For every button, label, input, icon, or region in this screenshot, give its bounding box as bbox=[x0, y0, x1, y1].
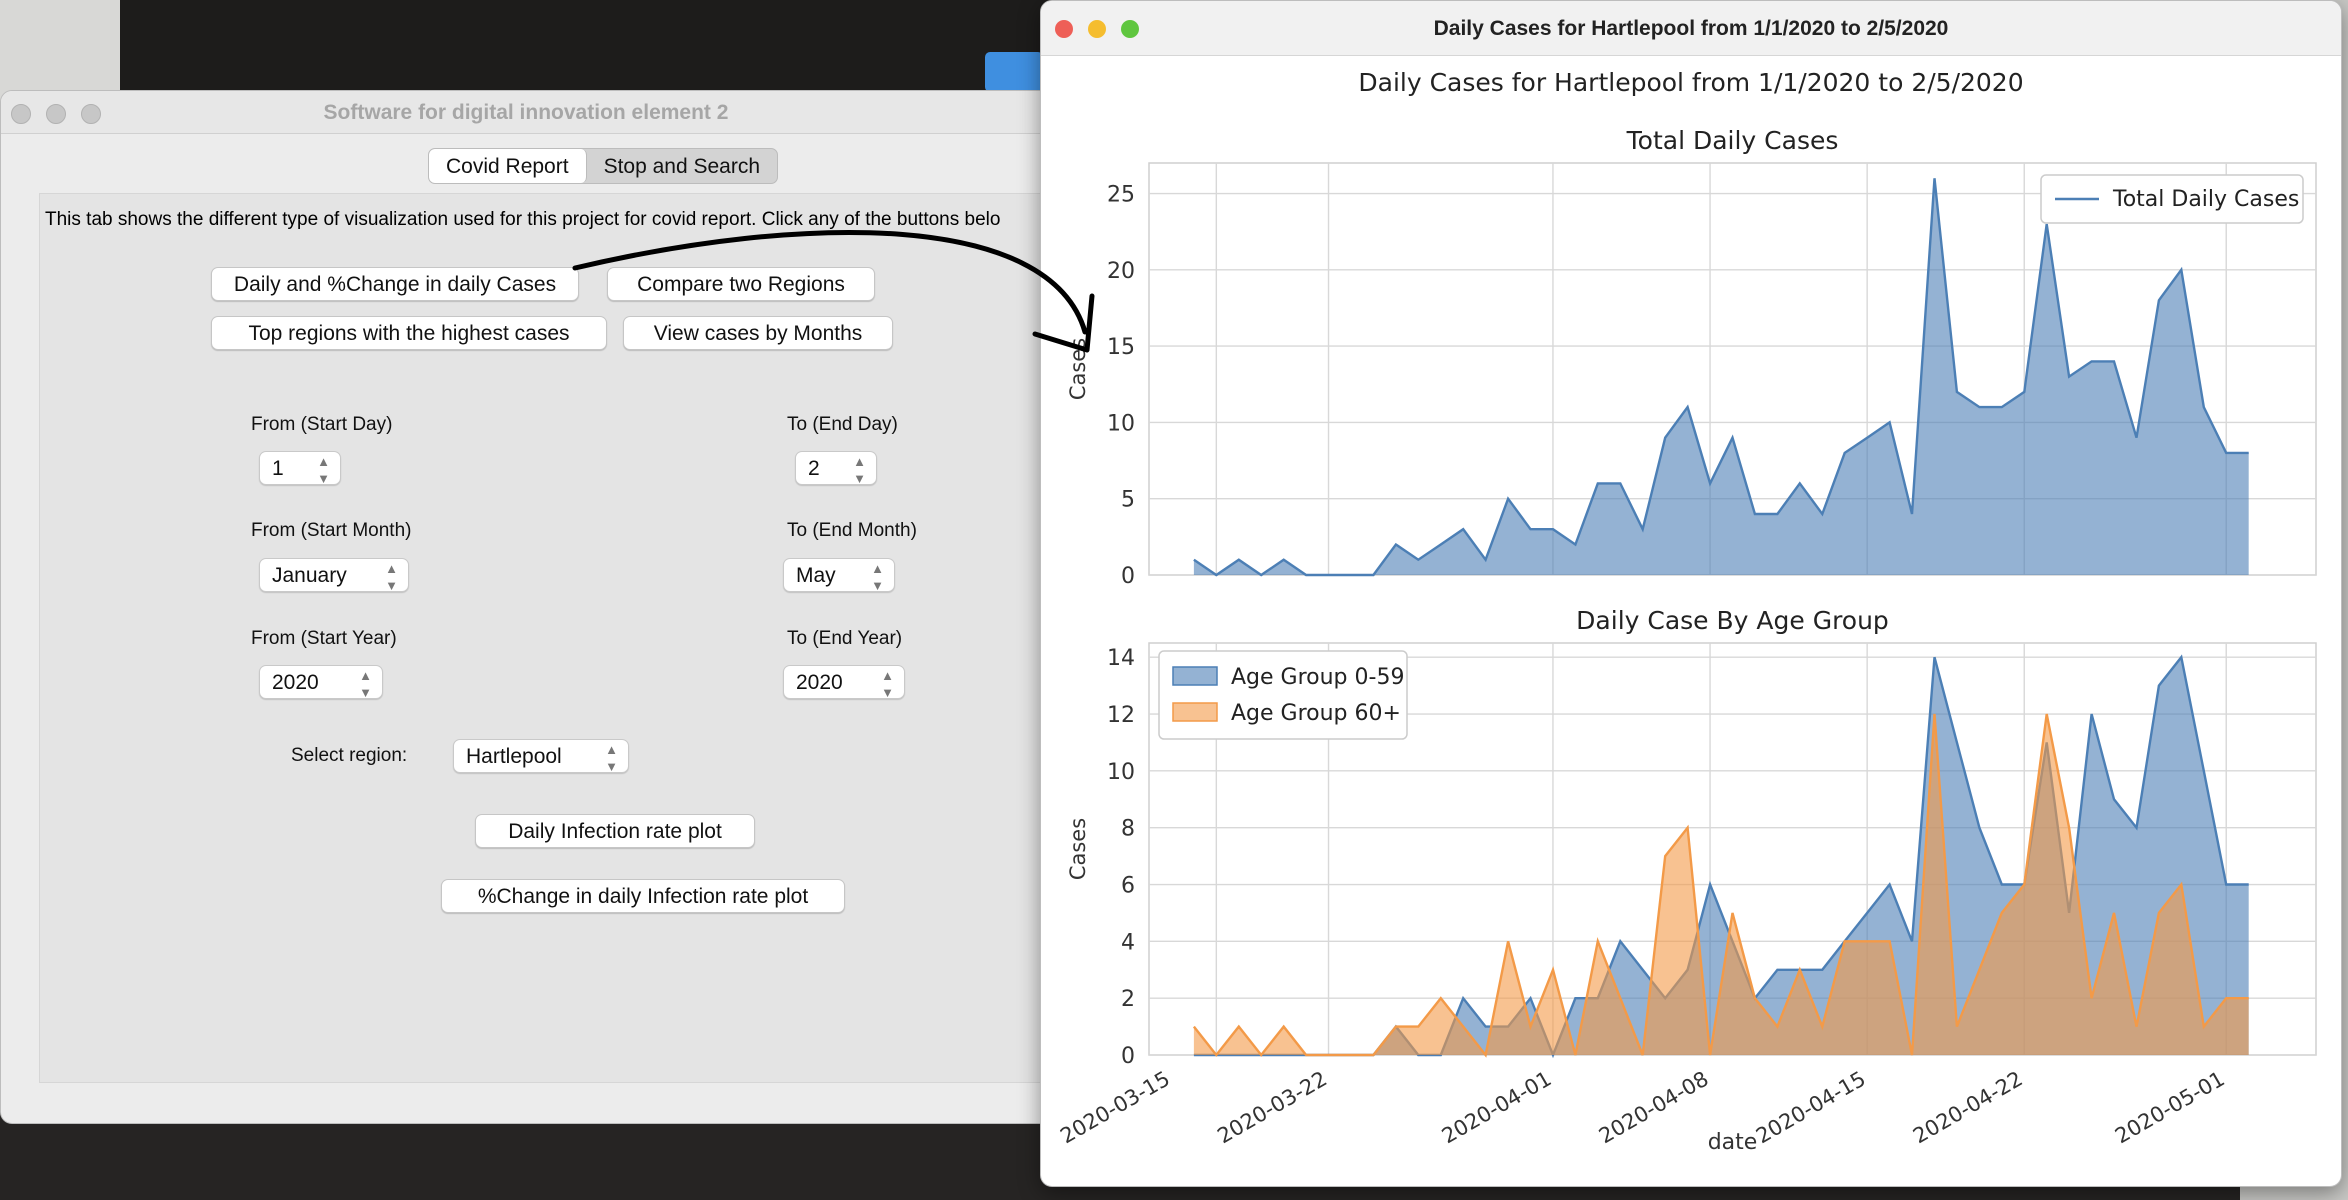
x-axis-label: date bbox=[1708, 1130, 1758, 1155]
folder-icon[interactable] bbox=[985, 52, 1043, 92]
x-tick-label: 2020-04-01 bbox=[1438, 1067, 1556, 1149]
y-tick-label: 0 bbox=[1121, 564, 1135, 589]
start-month-value: January bbox=[272, 564, 347, 587]
pct-change-infection-plot-button[interactable]: %Change in daily Infection rate plot bbox=[441, 879, 845, 913]
start-year-label: From (Start Year) bbox=[251, 628, 397, 649]
end-day-label: To (End Day) bbox=[787, 414, 898, 435]
y-axis-label: Cases bbox=[1066, 818, 1090, 880]
legend-label: Age Group 60+ bbox=[1231, 701, 1401, 726]
y-tick-label: 0 bbox=[1121, 1044, 1135, 1069]
top-regions-button[interactable]: Top regions with the highest cases bbox=[211, 316, 607, 350]
chart-window-title: Daily Cases for Hartlepool from 1/1/2020… bbox=[1433, 17, 1949, 40]
infection-rate-plot-button[interactable]: Daily Infection rate plot bbox=[475, 814, 755, 848]
start-day-label: From (Start Day) bbox=[251, 414, 393, 435]
x-tick-label: 2020-03-15 bbox=[1056, 1067, 1174, 1149]
y-tick-label: 2 bbox=[1121, 987, 1135, 1012]
tab-stop-and-search[interactable]: Stop and Search bbox=[587, 149, 777, 183]
chevron-updown-icon: ▲ ▼ bbox=[871, 561, 884, 593]
start-year-value: 2020 bbox=[272, 671, 319, 694]
plot-title: Daily Case By Age Group bbox=[1576, 606, 1889, 635]
figure-suptitle: Daily Cases for Hartlepool from 1/1/2020… bbox=[1358, 68, 2023, 97]
chart-window-titlebar[interactable]: Daily Cases for Hartlepool from 1/1/2020… bbox=[1041, 1, 2341, 56]
compare-regions-button[interactable]: Compare two Regions bbox=[607, 267, 875, 301]
start-month-label: From (Start Month) bbox=[251, 520, 412, 541]
legend-label: Total Daily Cases bbox=[2112, 187, 2299, 212]
start-month-select[interactable]: January ▲ ▼ bbox=[259, 558, 409, 593]
chart-window: Daily Cases for Hartlepool from 1/1/2020… bbox=[1040, 0, 2342, 1187]
start-day-value: 1 bbox=[272, 457, 284, 480]
chart-figure: Daily Cases for Hartlepool from 1/1/2020… bbox=[1056, 68, 2317, 1155]
region-value: Hartlepool bbox=[466, 745, 562, 768]
y-tick-label: 14 bbox=[1107, 646, 1135, 671]
end-year-label: To (End Year) bbox=[787, 628, 903, 649]
tab-covid-report[interactable]: Covid Report bbox=[429, 149, 587, 183]
legend-swatch bbox=[1172, 666, 1218, 686]
y-tick-label: 15 bbox=[1107, 335, 1135, 360]
main-app-window: Software for digital innovation element … bbox=[0, 90, 1052, 1124]
y-tick-label: 20 bbox=[1107, 259, 1135, 284]
legend-label: Age Group 0-59 bbox=[1231, 665, 1404, 690]
end-day-value: 2 bbox=[808, 457, 820, 480]
start-day-stepper[interactable]: 1 ▲ ▼ bbox=[259, 451, 341, 487]
daily-change-button[interactable]: Daily and %Change in daily Cases bbox=[211, 267, 579, 301]
cases-by-months-button[interactable]: View cases by Months bbox=[623, 316, 893, 350]
x-tick-label: 2020-05-01 bbox=[2111, 1067, 2229, 1149]
x-tick-label: 2020-04-22 bbox=[1909, 1067, 2027, 1149]
y-tick-label: 25 bbox=[1107, 183, 1135, 208]
y-tick-label: 10 bbox=[1107, 760, 1135, 785]
y-tick-label: 8 bbox=[1121, 817, 1135, 842]
intro-text: This tab shows the different type of vis… bbox=[45, 209, 1001, 230]
y-tick-label: 6 bbox=[1121, 874, 1135, 899]
stepper-arrows-icon[interactable]: ▲ ▼ bbox=[317, 452, 330, 487]
end-year-select[interactable]: 2020 ▲ ▼ bbox=[783, 665, 905, 700]
region-select[interactable]: Hartlepool ▲ ▼ bbox=[453, 739, 629, 774]
end-month-select[interactable]: May ▲ ▼ bbox=[783, 558, 895, 593]
start-year-select[interactable]: 2020 ▲ ▼ bbox=[259, 665, 383, 700]
legend-swatch bbox=[1172, 702, 1218, 722]
region-label: Select region: bbox=[291, 745, 408, 766]
y-tick-label: 5 bbox=[1121, 488, 1135, 513]
end-month-value: May bbox=[796, 564, 836, 587]
chevron-updown-icon: ▲ ▼ bbox=[359, 668, 372, 700]
window-titlebar[interactable]: Software for digital innovation element … bbox=[1, 91, 1051, 134]
plot-title: Total Daily Cases bbox=[1626, 126, 1839, 155]
end-month-label: To (End Month) bbox=[787, 520, 917, 541]
end-day-stepper[interactable]: 2 ▲ ▼ bbox=[795, 451, 877, 487]
y-tick-label: 12 bbox=[1107, 703, 1135, 728]
stepper-arrows-icon[interactable]: ▲ ▼ bbox=[853, 452, 866, 487]
y-axis-label: Cases bbox=[1066, 338, 1090, 400]
window-title: Software for digital innovation element … bbox=[323, 101, 729, 124]
end-year-value: 2020 bbox=[796, 671, 843, 694]
chevron-updown-icon: ▲ ▼ bbox=[385, 561, 398, 593]
tab-bar: Covid Report Stop and Search bbox=[428, 148, 779, 184]
chevron-updown-icon: ▲ ▼ bbox=[881, 668, 894, 700]
x-tick-label: 2020-03-22 bbox=[1213, 1067, 1331, 1149]
x-tick-label: 2020-04-15 bbox=[1752, 1067, 1870, 1149]
y-tick-label: 10 bbox=[1107, 411, 1135, 436]
y-tick-label: 4 bbox=[1121, 930, 1135, 955]
x-tick-label: 2020-04-08 bbox=[1595, 1067, 1713, 1149]
chevron-updown-icon: ▲ ▼ bbox=[605, 742, 618, 774]
